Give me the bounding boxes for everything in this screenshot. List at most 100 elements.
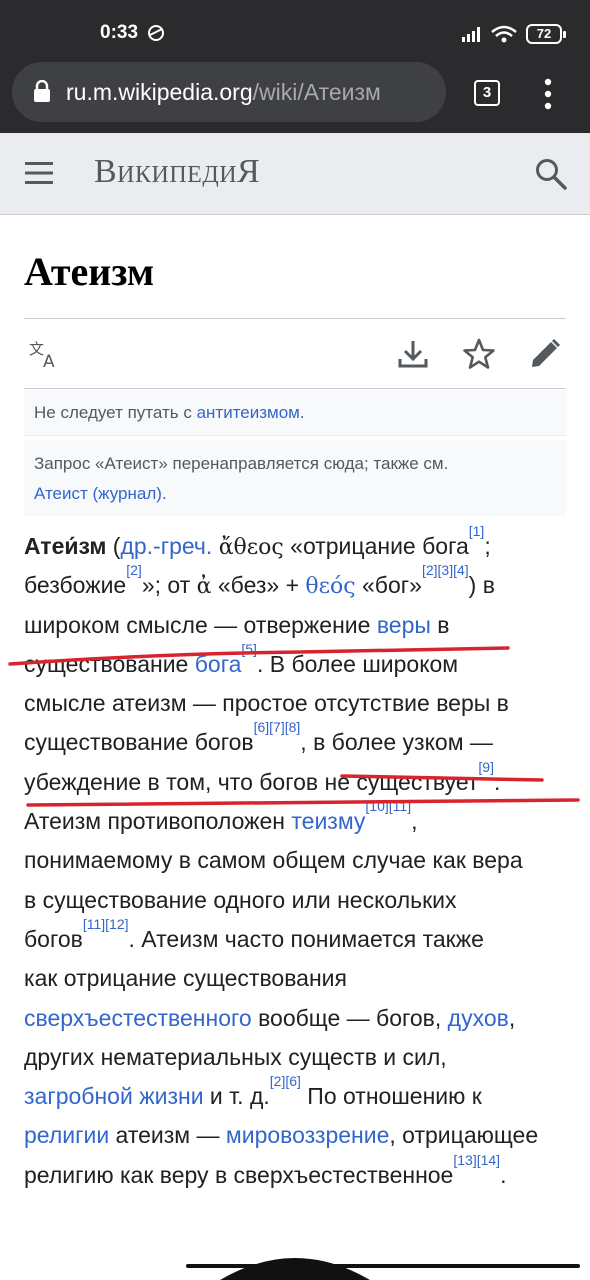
address-bar[interactable]: ru.m.wikipedia.org/wiki/Атеизм xyxy=(12,62,446,122)
text: По отношению к xyxy=(300,1083,482,1110)
search-icon[interactable] xyxy=(534,157,568,191)
link-religion[interactable]: религии xyxy=(24,1122,109,1148)
reference-link[interactable]: [6][7][8] xyxy=(254,719,301,735)
hatnote-disambiguation: Не следует путать с антитеизмом. xyxy=(24,390,566,436)
text-line: Атеи́зм (др.-греч. ἄθεος «отрицание бога… xyxy=(24,524,569,566)
text: религию как веру в сверхъестественное xyxy=(24,1161,454,1188)
text: в xyxy=(430,611,450,638)
reference-link[interactable]: [2] xyxy=(126,562,142,578)
text-line: как отрицание существования xyxy=(24,959,569,998)
text: смысле атеизм — простое отсутствие веры … xyxy=(24,690,509,717)
text: . Атеизм часто понимается также xyxy=(128,925,484,952)
link-worldview[interactable]: мировоззрение xyxy=(226,1122,390,1148)
link-spirits[interactable]: духов xyxy=(448,1005,509,1031)
text-line: понимаемому в самом общем случае как вер… xyxy=(24,841,569,880)
text: понимаемому в самом общем случае как вер… xyxy=(24,847,523,874)
text-line: смысле атеизм — простое отсутствие веры … xyxy=(24,684,569,723)
text: Атеизм противоположен xyxy=(24,808,292,835)
hatnote-text: Запрос «Атеист» перенаправляется сюда; т… xyxy=(34,454,449,473)
language-icon[interactable]: 文 A xyxy=(28,337,62,371)
gesture-bar xyxy=(186,1264,580,1268)
browser-chrome: 0:33 72 ru.m.wikipedia.org/wiki/Атеизм 3 xyxy=(0,0,590,133)
text: . xyxy=(493,768,501,795)
hatnote-punct: . xyxy=(299,403,305,422)
link-faith[interactable]: веры xyxy=(377,612,431,638)
text-line: религии атеизм — мировоззрение, отрицающ… xyxy=(24,1116,569,1155)
text-line: сверхъестественного вообще — богов, духо… xyxy=(24,999,569,1038)
reference-link[interactable]: [9] xyxy=(478,759,494,775)
text-line: существование бога[5]. В более широком xyxy=(24,642,569,684)
greek-word: ἀ xyxy=(196,574,212,600)
text-line: существование богов[6][7][8], в более уз… xyxy=(24,720,569,762)
reference-link[interactable]: [2][6] xyxy=(270,1073,301,1089)
text: как отрицание существования xyxy=(24,965,347,992)
term-bold: Атеи́зм xyxy=(24,533,107,559)
link-antitheism[interactable]: антитеизмом xyxy=(197,403,300,422)
text: «отрицание бога xyxy=(283,533,469,559)
hamburger-icon[interactable] xyxy=(25,161,53,185)
reference-link[interactable]: [5] xyxy=(241,641,257,657)
bottom-navigation-handle xyxy=(220,1258,370,1280)
text: , отрицающее xyxy=(389,1122,539,1149)
svg-text:文: 文 xyxy=(29,340,44,358)
text: . В более широком xyxy=(256,650,459,677)
text: . xyxy=(500,1161,507,1188)
hatnote-redirect: Запрос «Атеист» перенаправляется сюда; т… xyxy=(24,440,566,516)
text: ) в xyxy=(468,572,495,599)
article-body: Атеи́зм (др.-греч. ἄθεος «отрицание бога… xyxy=(24,524,569,1195)
text-line: в существование одного или нескольких xyxy=(24,881,569,920)
text-line: Атеизм противоположен теизму[10][11], xyxy=(24,799,569,841)
overflow-menu-icon[interactable] xyxy=(536,76,560,112)
reference-link[interactable]: [13][14] xyxy=(453,1152,500,1168)
text-line: загробной жизни и т. д.[2][6] По отношен… xyxy=(24,1074,569,1116)
text: , xyxy=(411,808,418,835)
page-title: Атеизм xyxy=(24,249,155,294)
svg-text:A: A xyxy=(43,352,55,371)
link-god[interactable]: бога xyxy=(195,651,242,677)
divider xyxy=(24,318,566,319)
text: богов xyxy=(24,925,83,952)
text: безбожие xyxy=(24,572,127,599)
status-time: 0:33 xyxy=(100,22,139,43)
text-line: убеждение в том, что богов не существует… xyxy=(24,760,569,802)
text: в существование одного или нескольких xyxy=(24,886,457,913)
text-line: безбожие[2]»; от ἀ «без» + θεός «бог»[2]… xyxy=(24,563,569,605)
link-ancient-greek[interactable]: др.-греч. xyxy=(120,533,212,559)
text: вообще — богов, xyxy=(251,1004,448,1031)
tabs-icon[interactable]: 3 xyxy=(474,80,500,106)
hatnote-punct: . xyxy=(161,484,167,503)
text: других нематериальных существ и сил, xyxy=(24,1043,447,1070)
greek-word: ἄθεος xyxy=(218,535,284,560)
text: «бог» xyxy=(355,572,422,599)
wiki-header: ВикипедиЯ xyxy=(0,133,590,215)
text-line: широком смысле — отвержение веры в xyxy=(24,606,569,645)
text: убеждение в том, что богов не существует xyxy=(24,768,479,795)
edit-icon[interactable] xyxy=(528,337,562,371)
vpn-icon xyxy=(148,25,164,41)
wikipedia-logo[interactable]: ВикипедиЯ xyxy=(94,153,260,191)
text: атеизм — xyxy=(109,1122,226,1149)
text: широком смысле — отвержение xyxy=(24,611,377,638)
reference-link[interactable]: [1] xyxy=(469,523,485,539)
star-icon[interactable] xyxy=(462,337,496,371)
text-line: религию как веру в сверхъестественное[13… xyxy=(24,1153,569,1195)
divider xyxy=(24,388,566,389)
download-icon[interactable] xyxy=(396,337,430,371)
link-supernatural[interactable]: сверхъестественного xyxy=(24,1005,252,1031)
text: существование богов xyxy=(24,729,254,756)
url-host: ru.m.wikipedia.org xyxy=(66,79,253,105)
lock-icon xyxy=(34,80,50,102)
link-ateist-journal[interactable]: Атеист (журнал) xyxy=(34,484,162,503)
url-path: /wiki/Атеизм xyxy=(252,79,381,105)
reference-link[interactable]: [11][12] xyxy=(83,916,129,932)
link-theos[interactable]: θεός xyxy=(305,574,355,599)
link-theism[interactable]: теизму xyxy=(291,808,365,834)
text: и т. д. xyxy=(203,1083,270,1110)
text-line: богов[11][12]. Атеизм часто понимается т… xyxy=(24,917,569,959)
text: , в более узком — xyxy=(300,729,493,756)
reference-link[interactable]: [10][11] xyxy=(365,798,411,814)
reference-link[interactable]: [2][3][4] xyxy=(422,562,469,578)
url-text[interactable]: ru.m.wikipedia.org/wiki/Атеизм xyxy=(66,79,381,106)
hatnote-text: Не следует путать с xyxy=(34,403,197,422)
link-afterlife[interactable]: загробной жизни xyxy=(24,1083,204,1109)
